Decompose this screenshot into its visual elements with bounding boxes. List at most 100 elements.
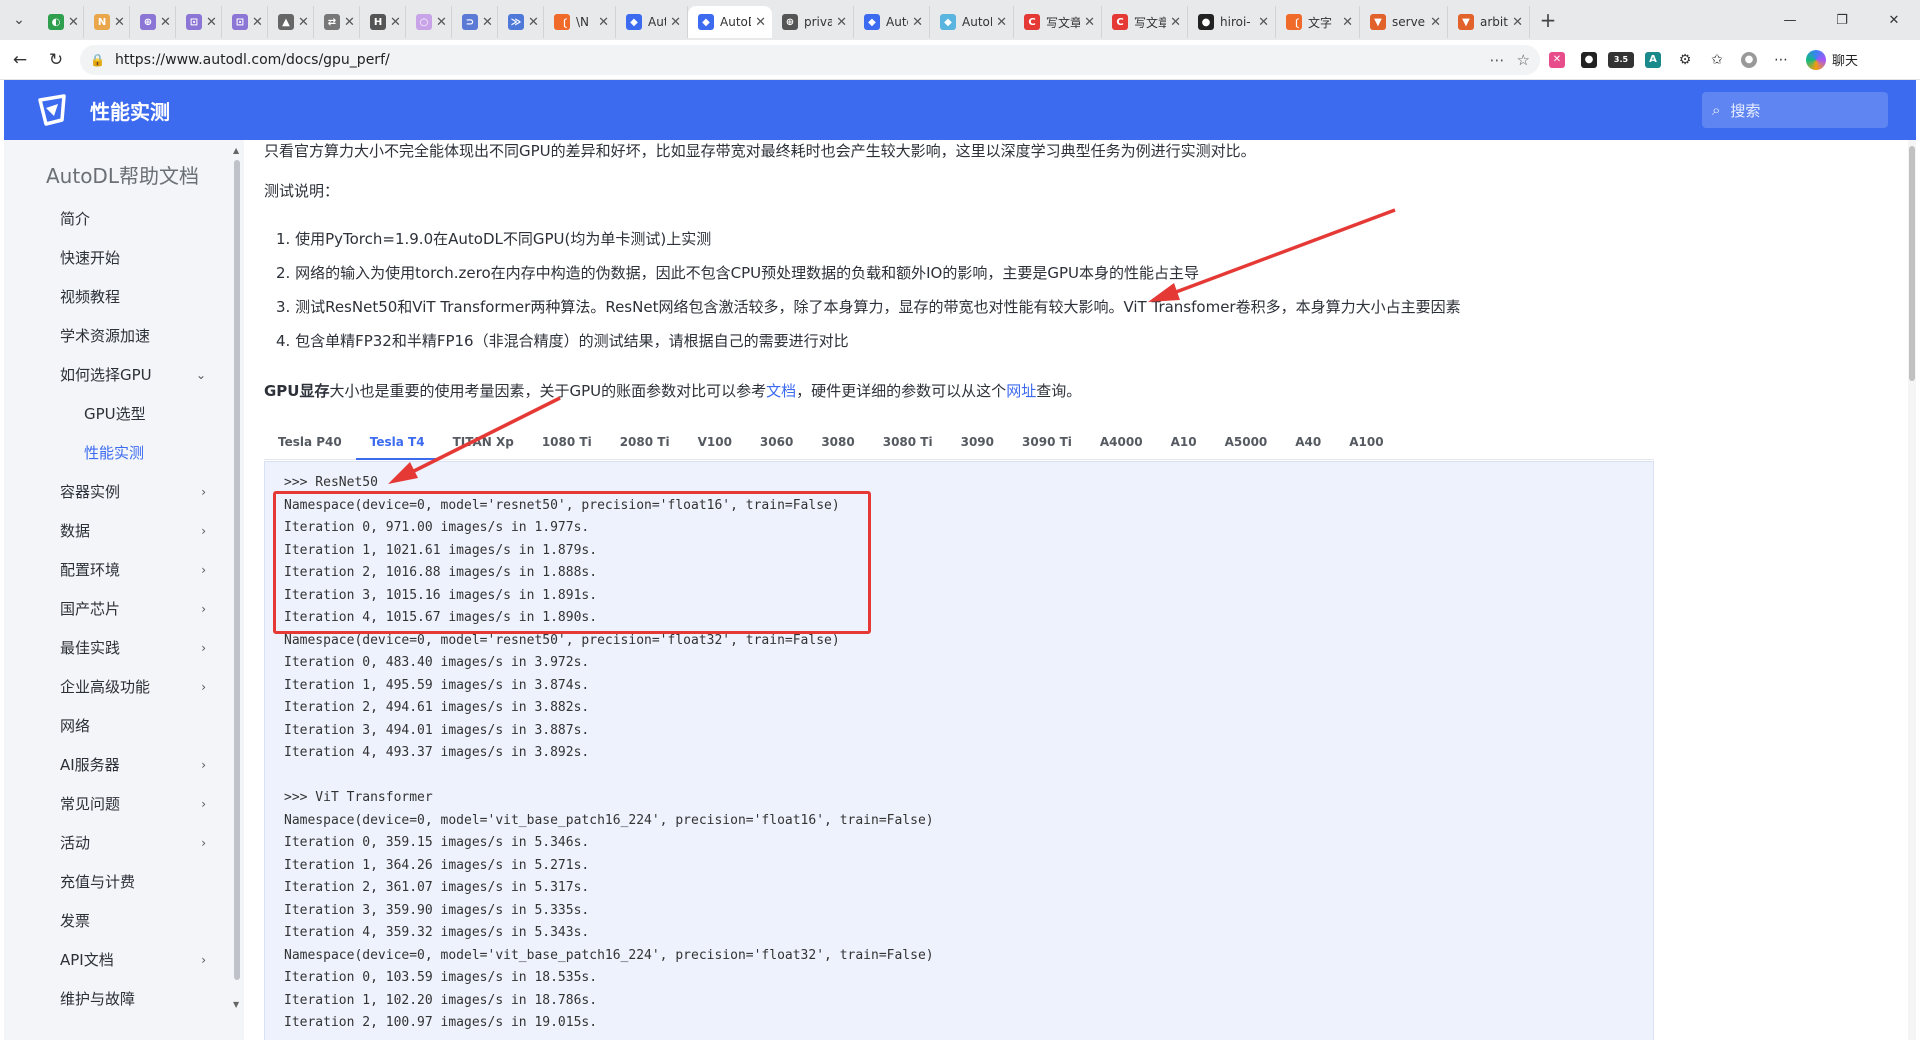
- gpu-tab[interactable]: V100: [684, 424, 746, 460]
- tab-close-icon[interactable]: ✕: [206, 15, 217, 30]
- sidebar-item[interactable]: 学术资源加速: [4, 316, 244, 355]
- tab-close-icon[interactable]: ✕: [68, 15, 79, 30]
- tab-close-icon[interactable]: ✕: [114, 15, 125, 30]
- browser-tab[interactable]: ◆ AutoD ✕: [688, 6, 772, 38]
- tab-close-icon[interactable]: ✕: [1342, 15, 1353, 30]
- sidebar-item[interactable]: GPU选型: [4, 394, 244, 433]
- gpu-tab[interactable]: A5000: [1211, 424, 1282, 460]
- restore-icon[interactable]: ❐: [1816, 0, 1868, 40]
- sidebar-item[interactable]: 快速开始: [4, 238, 244, 277]
- chevron-right-icon[interactable]: ›: [201, 680, 206, 694]
- doc-link[interactable]: 文档: [766, 382, 796, 400]
- tab-close-icon[interactable]: ✕: [836, 15, 847, 30]
- tab-close-icon[interactable]: ✕: [298, 15, 309, 30]
- tab-close-icon[interactable]: ✕: [598, 15, 609, 30]
- sidebar-item[interactable]: 活动 ›: [4, 823, 244, 862]
- sidebar-item[interactable]: 如何选择GPU ⌄: [4, 355, 244, 394]
- gpu-tab[interactable]: A4000: [1086, 424, 1157, 460]
- sidebar-item[interactable]: 容器实例 ›: [4, 472, 244, 511]
- settings-menu-icon[interactable]: ⋯: [1766, 45, 1796, 75]
- chevron-right-icon[interactable]: ›: [201, 836, 206, 850]
- sidebar-item[interactable]: 发票: [4, 901, 244, 940]
- tab-close-icon[interactable]: ✕: [1170, 15, 1181, 30]
- sidebar-item[interactable]: 配置环境 ›: [4, 550, 244, 589]
- extension-a-icon[interactable]: A: [1638, 45, 1668, 75]
- browser-tab[interactable]: 〔 \N ✕: [544, 6, 616, 38]
- sidebar-item[interactable]: 企业高级功能 ›: [4, 667, 244, 706]
- sidebar-item[interactable]: 维护与故障: [4, 979, 244, 1018]
- read-aloud-icon[interactable]: ⋯: [1490, 51, 1505, 69]
- browser-tab[interactable]: ⊡ ✕: [222, 6, 268, 38]
- gpu-tab[interactable]: 1080 Ti: [528, 424, 606, 460]
- main-scrollbar[interactable]: [1908, 140, 1916, 1040]
- gpu-tab[interactable]: 3090: [947, 424, 1008, 460]
- sidebar-scroll-down-icon[interactable]: ▼: [233, 1000, 239, 1009]
- chevron-down-icon[interactable]: ⌄: [196, 368, 206, 382]
- browser-tab[interactable]: ⊃ ✕: [452, 6, 498, 38]
- chevron-right-icon[interactable]: ›: [201, 953, 206, 967]
- chevron-right-icon[interactable]: ›: [201, 602, 206, 616]
- sidebar-item[interactable]: 充值与计费: [4, 862, 244, 901]
- browser-tab[interactable]: H ✕: [360, 6, 406, 38]
- favorites-icon[interactable]: ✩: [1702, 45, 1732, 75]
- sidebar-item[interactable]: API文档 ›: [4, 940, 244, 979]
- tab-close-icon[interactable]: ✕: [160, 15, 171, 30]
- sidebar-item[interactable]: 简介: [4, 199, 244, 238]
- website-link[interactable]: 网址: [1006, 382, 1036, 400]
- gpu-tab[interactable]: Tesla P40: [264, 424, 356, 460]
- chevron-right-icon[interactable]: ›: [201, 524, 206, 538]
- browser-tab[interactable]: C写文章✕: [1014, 6, 1102, 38]
- tab-close-icon[interactable]: ✕: [344, 15, 355, 30]
- chevron-right-icon[interactable]: ›: [201, 797, 206, 811]
- sidebar-item[interactable]: 常见问题 ›: [4, 784, 244, 823]
- browser-tab[interactable]: ⊡ ✕: [176, 6, 222, 38]
- back-icon[interactable]: ←: [4, 44, 36, 76]
- tab-close-icon[interactable]: ✕: [482, 15, 493, 30]
- browser-tab[interactable]: C写文章✕: [1102, 6, 1188, 38]
- chevron-right-icon[interactable]: ›: [201, 563, 206, 577]
- browser-tab[interactable]: ● hiroi- ✕: [1188, 6, 1276, 38]
- gpu-tab[interactable]: Tesla T4: [355, 424, 439, 460]
- browser-tab[interactable]: ○ ✕: [406, 6, 452, 38]
- sidebar-scroll-up-icon[interactable]: ▲: [233, 146, 239, 155]
- reload-icon[interactable]: ↻: [40, 44, 72, 76]
- chevron-right-icon[interactable]: ›: [201, 758, 206, 772]
- tab-close-icon[interactable]: ✕: [252, 15, 263, 30]
- tab-close-icon[interactable]: ✕: [436, 15, 447, 30]
- lock-icon[interactable]: 🔒: [90, 53, 105, 67]
- close-window-icon[interactable]: ✕: [1868, 0, 1920, 40]
- extension-black-icon[interactable]: ●: [1574, 45, 1604, 75]
- sidebar-item[interactable]: 视频教程: [4, 277, 244, 316]
- gpu-tab[interactable]: TITAN Xp: [439, 424, 528, 460]
- sidebar-item[interactable]: 数据 ›: [4, 511, 244, 550]
- browser-tab[interactable]: ◆ AutoD ✕: [930, 6, 1014, 38]
- extension-badge-icon[interactable]: 3.5: [1606, 45, 1636, 75]
- browser-tab[interactable]: N ✕: [84, 6, 130, 38]
- extensions-puzzle-icon[interactable]: ⚙: [1670, 45, 1700, 75]
- favorite-star-icon[interactable]: ☆: [1517, 51, 1530, 69]
- profile-avatar-icon[interactable]: ●: [1734, 45, 1764, 75]
- sidebar-item[interactable]: 国产芯片 ›: [4, 589, 244, 628]
- browser-tab[interactable]: ⊕ privat ✕: [772, 6, 854, 38]
- gpu-tab[interactable]: 3090 Ti: [1008, 424, 1086, 460]
- new-tab-button[interactable]: +: [1530, 4, 1566, 36]
- address-bar[interactable]: 🔒 https://www.autodl.com/docs/gpu_perf/ …: [80, 44, 1540, 75]
- tab-close-icon[interactable]: ✕: [912, 15, 923, 30]
- browser-tab[interactable]: ▼ server ✕: [1360, 6, 1448, 38]
- gpu-tab[interactable]: A100: [1335, 424, 1397, 460]
- browser-tab[interactable]: ≫ ✕: [498, 6, 544, 38]
- tab-close-icon[interactable]: ✕: [1258, 15, 1269, 30]
- minimize-icon[interactable]: —: [1764, 0, 1816, 40]
- gpu-tab[interactable]: 3060: [746, 424, 807, 460]
- search-input[interactable]: ⌕ 搜索: [1702, 92, 1888, 128]
- browser-tab[interactable]: ◆ AutoD ✕: [616, 6, 688, 38]
- chevron-right-icon[interactable]: ›: [201, 485, 206, 499]
- sidebar-item[interactable]: 网络: [4, 706, 244, 745]
- tab-close-icon[interactable]: ✕: [996, 15, 1007, 30]
- sidebar-item[interactable]: 性能实测: [4, 433, 244, 472]
- tab-close-icon[interactable]: ✕: [1512, 15, 1523, 30]
- tab-close-icon[interactable]: ✕: [670, 15, 681, 30]
- gpu-tab[interactable]: A10: [1157, 424, 1211, 460]
- gpu-tab[interactable]: 2080 Ti: [606, 424, 684, 460]
- browser-tab[interactable]: 〔文字 ✕: [1276, 6, 1360, 38]
